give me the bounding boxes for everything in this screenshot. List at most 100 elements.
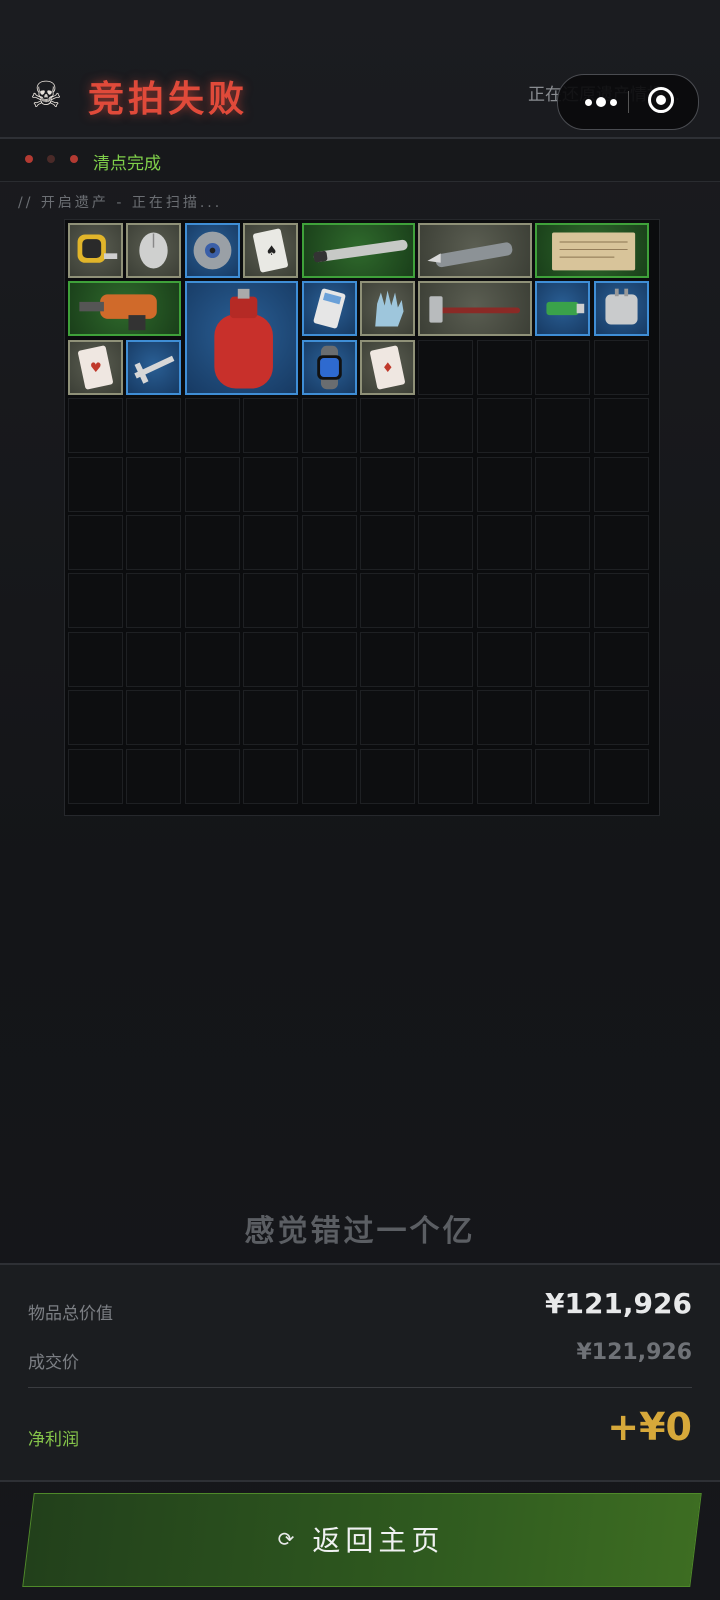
grid-cell [535,748,591,804]
playing-card-diamonds-item[interactable]: ♦ [360,339,415,395]
grid-cell [418,339,474,395]
grid-cell [476,631,532,687]
grid-cell [535,631,591,687]
total-value-label: 物品总价值 [28,1304,113,1324]
grid-cell [476,339,532,395]
grid-cell [360,748,415,804]
grid-cell [593,573,649,629]
skull-icon: ☠ [29,75,63,116]
playing-card-hearts-item[interactable]: ♥ [68,339,123,395]
grid-cell [593,339,649,395]
old-document-item[interactable] [535,223,649,278]
grid-cell [535,456,591,512]
grid-cell [126,398,182,454]
grid-cell [418,456,474,512]
inventory-grid: ♠ ♥ ♦ [64,219,660,816]
grid-cell [301,573,357,629]
return-home-button[interactable]: ⟳ 返回主页 [22,1493,702,1587]
hammer-icon [429,296,521,324]
grid-cell [126,690,182,746]
computer-mouse-item[interactable] [126,223,182,278]
grid-cell [535,339,591,395]
total-value: ¥121,926 [544,1287,692,1320]
grid-cell [68,456,123,512]
grid-cell [535,573,591,629]
grid-cell [476,456,532,512]
refresh-icon: ⟳ [277,1527,295,1551]
grid-cell [418,690,474,746]
return-home-label: 返回主页 [312,1524,445,1557]
playing-card-diamonds-icon: ♦ [370,345,405,390]
grid-cell [243,748,299,804]
grid-cell [418,631,474,687]
grid-cell [243,573,299,629]
smart-watch-item[interactable] [301,339,357,395]
tape-measure-item[interactable] [68,223,123,278]
power-drill-item[interactable] [68,281,182,337]
status-dot-icon [25,155,33,163]
grid-cell [476,515,532,570]
vernier-caliper-icon [134,355,175,384]
more-options-icon[interactable] [578,75,624,129]
grid-cell [593,515,649,570]
playing-card-spades-item[interactable]: ♠ [243,223,299,278]
smart-watch-icon [316,345,342,390]
vernier-caliper-item[interactable] [126,339,182,395]
status-dot-icon [70,155,78,163]
playing-card-hearts-icon: ♥ [78,345,113,390]
page-title: 竞拍失败 [88,79,249,120]
grid-cell [535,690,591,746]
cylinder-rod-item[interactable] [301,223,415,278]
grid-cell [243,398,299,454]
grid-cell [418,748,474,804]
grid-cell [418,573,474,629]
computer-mouse-icon [139,232,169,269]
grid-cell [360,573,415,629]
grid-cell [535,515,591,570]
grid-cell [126,515,182,570]
grid-cell [301,748,357,804]
svg-text:♥: ♥ [90,361,102,376]
grid-cell [184,573,240,629]
grid-cell [184,398,240,454]
summary-divider [28,1387,692,1388]
svg-text:♦: ♦ [382,361,394,376]
gas-cylinder-item[interactable] [184,281,299,395]
grid-cell [476,748,532,804]
travel-adapter-icon [605,289,638,325]
grid-cell [68,515,123,570]
grid-cell [243,631,299,687]
grid-cell [301,631,357,687]
grid-cell [243,456,299,512]
svg-text:♠: ♠ [266,244,278,259]
usb-drive-item[interactable] [535,281,591,337]
calculator-item[interactable] [301,281,357,337]
grid-cell [301,690,357,746]
travel-adapter-item[interactable] [593,281,649,337]
gas-cylinder-icon [214,289,273,389]
grid-cell [476,398,532,454]
grid-cell [535,398,591,454]
cutting-disc-item[interactable] [184,223,240,278]
grid-cell [360,631,415,687]
grid-cell [418,398,474,454]
miniprogram-capsule [557,74,699,130]
grid-cell [184,690,240,746]
tape-measure-icon [77,234,118,263]
grid-cell [68,398,123,454]
utility-knife-item[interactable] [418,223,532,278]
old-document-icon [552,232,636,271]
rubber-glove-item[interactable] [360,281,415,337]
grid-cell [184,748,240,804]
net-profit-label: 净利润 [28,1430,79,1450]
cylinder-rod-icon [313,239,408,263]
grid-cell [243,515,299,570]
hammer-item[interactable] [418,281,532,337]
grid-cell [301,456,357,512]
close-miniprogram-icon[interactable] [648,87,674,113]
grid-cell [301,515,357,570]
grid-cell [301,398,357,454]
result-summary-panel: 物品总价值 ¥121,926 成交价 ¥121,926 净利润 +¥0 [0,1263,720,1482]
grid-cell [68,631,123,687]
status-divider [0,181,720,182]
